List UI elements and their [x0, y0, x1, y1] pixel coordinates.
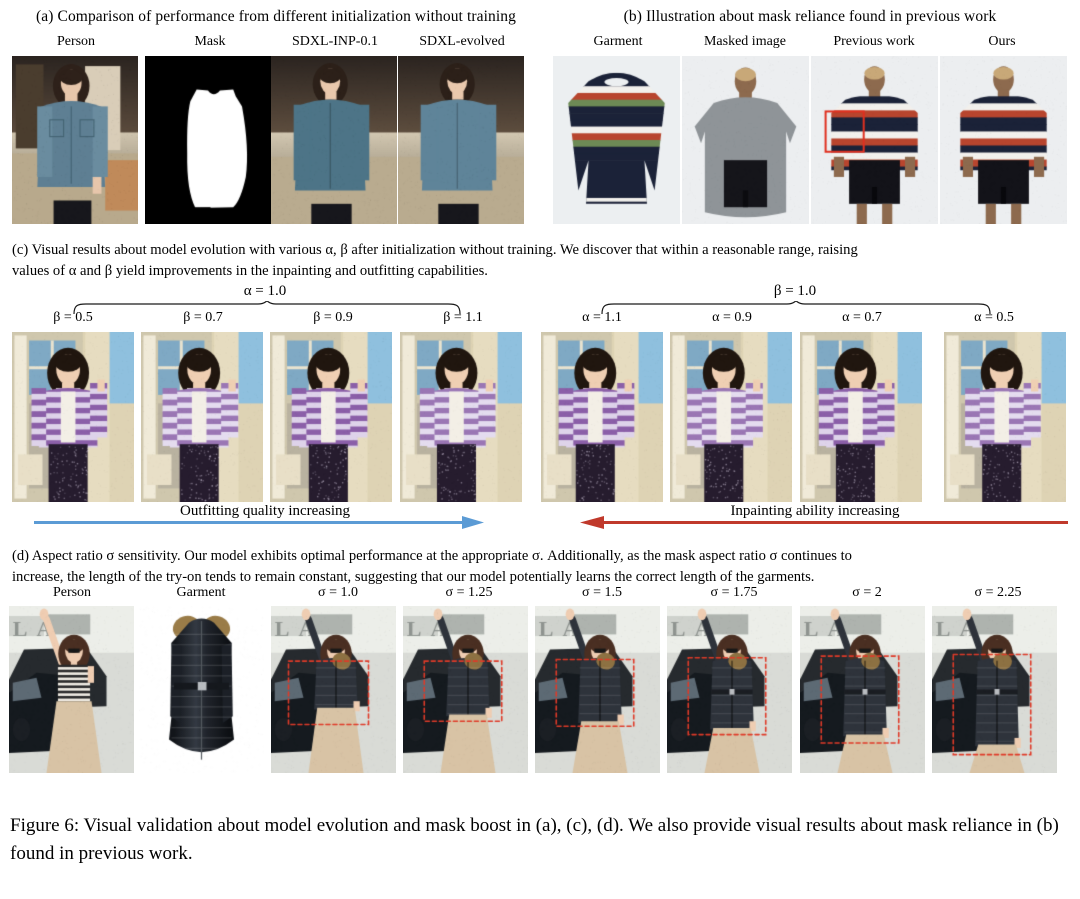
- panel-d-image-garment: [139, 606, 264, 773]
- panel-d-col-label-1: Garment: [137, 585, 265, 601]
- panel-d-col-label-4: σ = 1.5: [538, 585, 666, 601]
- panel-b-col-label-2: Previous work: [810, 34, 938, 50]
- panel-c-left-brace-label: α = 1.0: [80, 283, 450, 300]
- panel-c-arrow-inpainting: [580, 515, 1068, 529]
- panel-d-image-sigma-1-0: [271, 606, 396, 773]
- panel-a-title: (a) Comparison of performance from diffe…: [12, 8, 540, 26]
- panel-c-right-col-label-2: α = 0.7: [798, 310, 926, 326]
- panel-c-right-col-label-0: α = 1.1: [538, 310, 666, 326]
- panel-c-left-col-label-2: β = 0.9: [269, 310, 397, 326]
- panel-c-arrow-outfitting: [34, 515, 484, 529]
- panel-c-image-beta-0-9: [270, 332, 392, 502]
- panel-d-col-label-0: Person: [8, 585, 136, 601]
- panel-b-col-label-1: Masked image: [681, 34, 809, 50]
- figure-caption: Figure 6: Visual validation about model …: [10, 812, 1068, 868]
- panel-a-col-label-2: SDXL-INP-0.1: [271, 34, 399, 50]
- panel-b-image-ours: [940, 56, 1067, 224]
- panel-c-title-line2: values of α and β yield improvements in …: [12, 261, 1057, 282]
- figure-6: (a) Comparison of performance from diffe…: [0, 0, 1080, 899]
- panel-c-image-alpha-0-9: [670, 332, 792, 502]
- panel-b-image-masked: [682, 56, 809, 224]
- panel-c-image-beta-0-5: [12, 332, 134, 502]
- panel-c-left-col-label-0: β = 0.5: [9, 310, 137, 326]
- panel-a-col-label-3: SDXL-evolved: [398, 34, 526, 50]
- panel-c-image-beta-1-1: [400, 332, 522, 502]
- panel-b-image-previous-work: [811, 56, 938, 224]
- panel-c-right-brace-label: β = 1.0: [610, 283, 980, 300]
- panel-a-image-person: [12, 56, 138, 224]
- panel-a-image-mask: [145, 56, 271, 224]
- panel-b-image-garment: [553, 56, 680, 224]
- panel-b-col-label-3: Ours: [938, 34, 1066, 50]
- panel-a-col-label-0: Person: [12, 34, 140, 50]
- panel-a-image-sdxl-inp: [271, 56, 397, 224]
- panel-d-col-label-7: σ = 2.25: [934, 585, 1062, 601]
- panel-d-image-sigma-1-5: [535, 606, 660, 773]
- panel-c-image-alpha-0-7: [800, 332, 922, 502]
- panel-d-image-person: [9, 606, 134, 773]
- panel-d-col-label-3: σ = 1.25: [405, 585, 533, 601]
- panel-d-title-line1: (d) Aspect ratio σ sensitivity. Our mode…: [12, 546, 1060, 567]
- panel-c-image-alpha-1-1: [541, 332, 663, 502]
- panel-d-image-sigma-1-75: [667, 606, 792, 773]
- panel-d-col-label-6: σ = 2: [803, 585, 931, 601]
- panel-b-title: (b) Illustration about mask reliance fou…: [552, 8, 1068, 26]
- panel-a-col-label-1: Mask: [146, 34, 274, 50]
- panel-c-left-col-label-3: β = 1.1: [399, 310, 527, 326]
- panel-d-col-label-5: σ = 1.75: [670, 585, 798, 601]
- panel-d-col-label-2: σ = 1.0: [274, 585, 402, 601]
- panel-a-image-sdxl-evolved: [398, 56, 524, 224]
- panel-c-left-col-label-1: β = 0.7: [139, 310, 267, 326]
- panel-d-image-sigma-2: [800, 606, 925, 773]
- panel-d-image-sigma-2-25: [932, 606, 1057, 773]
- panel-c-right-col-label-3: α = 0.5: [930, 310, 1058, 326]
- panel-c-right-col-label-1: α = 0.9: [668, 310, 796, 326]
- panel-c-image-beta-0-7: [141, 332, 263, 502]
- panel-c-image-alpha-0-5: [944, 332, 1066, 502]
- panel-c-title-line1: (c) Visual results about model evolution…: [12, 240, 1057, 261]
- panel-d-image-sigma-1-25: [403, 606, 528, 773]
- panel-b-col-label-0: Garment: [554, 34, 682, 50]
